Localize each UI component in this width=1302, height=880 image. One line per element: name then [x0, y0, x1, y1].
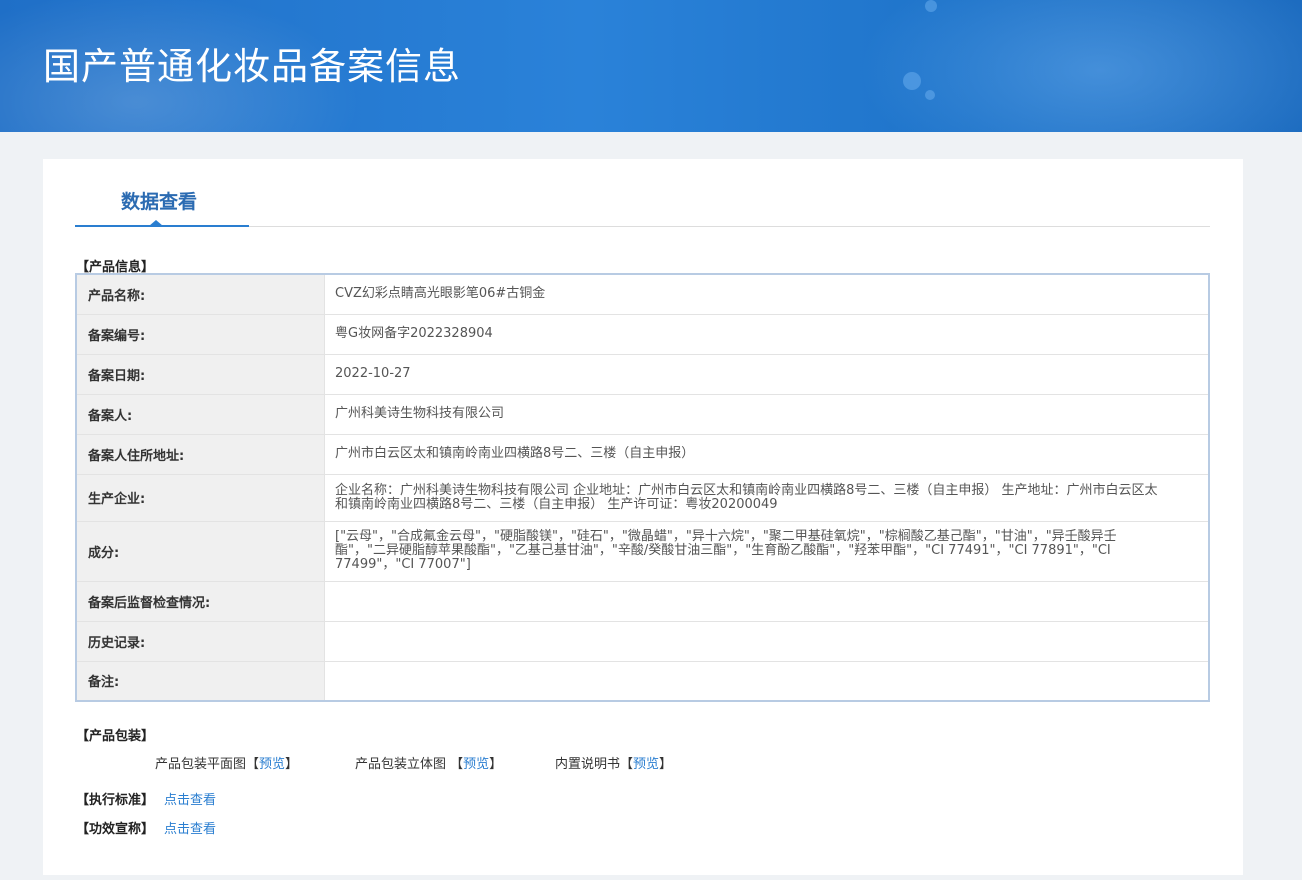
header-banner: 国产普通化妆品备案信息 — [0, 0, 1302, 132]
row-key: 备注: — [76, 660, 325, 701]
row-value: 广州市白云区太和镇南岭南业四横路8号二、三楼（自主申报） — [324, 433, 1209, 474]
row-value — [324, 620, 1209, 661]
page-title: 国产普通化妆品备案信息 — [43, 45, 461, 88]
packaging-item-label: 产品包装平面图 — [155, 757, 247, 772]
bracket: 【 — [620, 757, 634, 772]
row-value — [324, 660, 1209, 701]
row-value — [324, 580, 1209, 621]
bracket: 【 — [246, 757, 260, 772]
efficacy-label: 【功效宣称】 — [76, 822, 155, 837]
preview-link-manual[interactable]: 预览 — [633, 757, 659, 772]
row-key: 成分: — [76, 520, 325, 581]
packaging-item: 产品包装平面图【预览】 — [155, 753, 298, 772]
bracket: 】 — [659, 757, 673, 772]
table-row: 备案人住所地址: 广州市白云区太和镇南岭南业四横路8号二、三楼（自主申报） — [76, 433, 1209, 474]
table-row: 备案人: 广州科美诗生物科技有限公司 — [76, 393, 1209, 434]
packaging-item-label: 内置说明书 — [555, 757, 621, 772]
packaging-item-label: 产品包装立体图 — [355, 757, 451, 772]
preview-link-flat[interactable]: 预览 — [259, 757, 285, 772]
bracket: 【 — [450, 757, 464, 772]
row-key: 备案后监督检查情况: — [76, 580, 325, 621]
row-key: 生产企业: — [76, 473, 325, 521]
tab-caret-icon — [149, 220, 163, 226]
row-value: 企业名称：广州科美诗生物科技有限公司 企业地址：广州市白云区太和镇南岭南业四横路… — [324, 473, 1209, 521]
table-row: 产品名称: CVZ幻彩点睛高光眼影笔06#古铜金 — [76, 274, 1209, 314]
banner-glow-right — [840, 0, 1302, 132]
row-key: 产品名称: — [76, 274, 325, 314]
preview-link-3d[interactable]: 预览 — [463, 757, 489, 772]
efficacy-view-link[interactable]: 点击查看 — [164, 818, 216, 837]
row-key: 历史记录: — [76, 620, 325, 661]
table-row: 生产企业: 企业名称：广州科美诗生物科技有限公司 企业地址：广州市白云区太和镇南… — [76, 473, 1209, 521]
packaging-item: 内置说明书【预览】 — [555, 753, 672, 772]
table-row: 备案后监督检查情况: — [76, 580, 1209, 621]
banner-dot — [925, 90, 935, 100]
packaging-item: 产品包装立体图 【预览】 — [355, 753, 502, 772]
bracket: 】 — [489, 757, 503, 772]
table-row: 备注: — [76, 660, 1209, 701]
row-value: CVZ幻彩点睛高光眼影笔06#古铜金 — [335, 286, 546, 302]
row-key: 备案人住所地址: — [76, 433, 325, 474]
row-value: 2022-10-27 — [324, 353, 1209, 394]
banner-dot — [925, 0, 937, 12]
table-row: 成分: ["云母"，"合成氟金云母"，"硬脂酸镁"，"硅石"，"微晶蜡"，"异十… — [76, 520, 1209, 581]
banner-dot — [903, 72, 921, 90]
standard-label: 【执行标准】 — [76, 793, 155, 808]
row-key: 备案人: — [76, 393, 325, 434]
tab-data-view[interactable]: 数据查看 — [121, 187, 197, 214]
row-value: 广州科美诗生物科技有限公司 — [324, 393, 1209, 434]
bracket: 】 — [285, 757, 299, 772]
content-panel: 数据查看 【产品信息】 产品名称: CVZ幻彩点睛高光眼影笔06#古铜金 备案编… — [43, 159, 1243, 875]
row-value: 粤G妆网备字2022328904 — [324, 313, 1209, 354]
standard-view-link[interactable]: 点击查看 — [164, 789, 216, 808]
table-row: 历史记录: — [76, 620, 1209, 661]
table-row: 备案编号: 粤G妆网备字2022328904 — [76, 313, 1209, 354]
row-key: 备案编号: — [76, 313, 325, 354]
packaging-label: 【产品包装】 — [76, 729, 155, 744]
table-row: 备案日期: 2022-10-27 — [76, 353, 1209, 394]
product-info-table: 产品名称: CVZ幻彩点睛高光眼影笔06#古铜金 备案编号: 粤G妆网备字202… — [75, 273, 1210, 702]
row-value: ["云母"，"合成氟金云母"，"硬脂酸镁"，"硅石"，"微晶蜡"，"异十六烷"，… — [324, 520, 1209, 581]
row-key: 备案日期: — [76, 353, 325, 394]
